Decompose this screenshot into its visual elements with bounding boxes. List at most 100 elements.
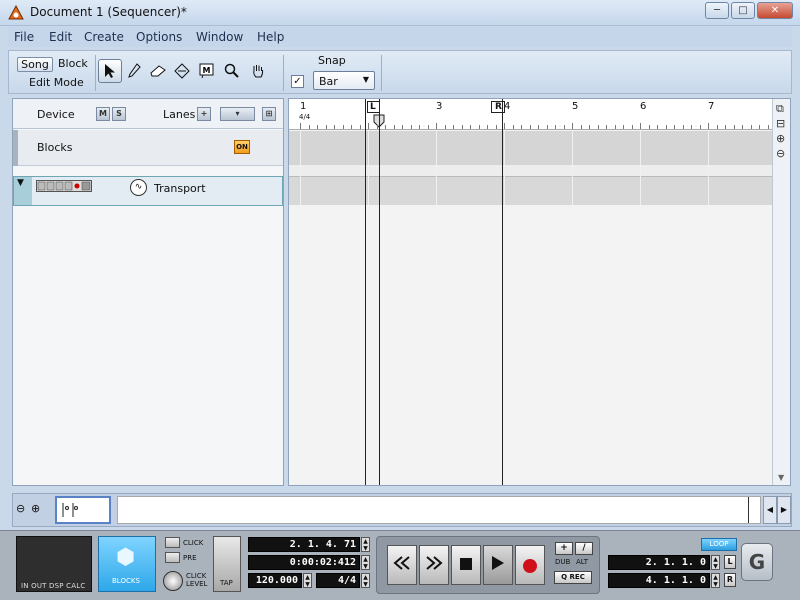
scroll-left-button[interactable]: ◀ — [763, 496, 777, 524]
device-column-label: Device — [37, 108, 75, 121]
reason-app-icon — [8, 5, 24, 20]
pencil-tool-button[interactable] — [122, 59, 146, 83]
scroll-right-button[interactable]: ▶ — [777, 496, 791, 524]
transport-lane[interactable] — [289, 177, 774, 205]
ruler-tick — [461, 125, 463, 129]
magnify-icon — [224, 63, 239, 78]
menu-help[interactable]: Help — [257, 30, 284, 44]
loop-toggle-button[interactable]: LOOP — [701, 538, 737, 551]
right-locator-spinner[interactable]: ▲ ▼ — [711, 573, 720, 588]
ruler-tick — [614, 125, 616, 129]
signature-spinner[interactable]: ▲ ▼ — [361, 573, 370, 588]
block-mode-button[interactable]: Block — [58, 57, 88, 70]
time-spinner[interactable]: ▲ ▼ — [361, 555, 370, 570]
ruler-tick — [665, 125, 667, 129]
solo-all-button[interactable]: S — [112, 107, 126, 121]
overview-zoom-in-icon[interactable]: ⊕ — [31, 502, 40, 515]
go-to-right-locator-button[interactable]: R — [724, 573, 736, 587]
position-spinner[interactable]: ▲ ▼ — [361, 537, 370, 552]
ruler-tick — [521, 125, 522, 129]
overview-timeline[interactable] — [117, 496, 761, 524]
add-lane-icon[interactable]: + — [197, 107, 211, 121]
ruler-tick — [750, 125, 752, 129]
mute-tool-button[interactable]: M — [195, 59, 219, 83]
stop-button[interactable] — [451, 545, 481, 585]
fast-forward-button[interactable] — [419, 545, 449, 585]
song-position-display[interactable]: 2. 1. 4. 71 — [248, 537, 360, 552]
blocks-on-toggle[interactable]: ON — [234, 140, 250, 154]
blocks-lane[interactable] — [289, 131, 774, 165]
ruler-tick — [359, 125, 361, 129]
snap-value-select[interactable]: Bar ▼ — [313, 71, 375, 90]
minimize-button[interactable]: ─ — [705, 2, 729, 19]
zoom-in-icon[interactable]: ⊕ — [776, 132, 785, 145]
ruler-tick — [716, 125, 718, 129]
record-icon — [523, 558, 537, 573]
alt-button[interactable]: / — [575, 542, 593, 555]
record-button[interactable] — [515, 545, 545, 585]
ruler-tick — [555, 125, 556, 129]
click-toggle[interactable] — [165, 537, 180, 548]
tempo-display[interactable]: 120.000 — [248, 573, 302, 588]
tempo-spinner[interactable]: ▲ ▼ — [303, 573, 312, 588]
bar-ruler[interactable]: 1 4/4 3 4 5 6 7 L R — [289, 99, 774, 130]
bar-number: 3 — [436, 101, 443, 112]
arrange-view[interactable]: 1 4/4 3 4 5 6 7 L R ⧉ ⊟ ⊕ ⊖ ▼ — [288, 98, 791, 486]
play-button[interactable] — [483, 545, 513, 585]
scroll-down-arrow[interactable]: ▼ — [778, 473, 784, 482]
ruler-tick — [657, 125, 658, 129]
hand-tool-button[interactable] — [246, 59, 270, 83]
menu-file[interactable]: File — [14, 30, 34, 44]
dub-button[interactable]: + — [555, 542, 573, 555]
detach-icon[interactable]: ⧉ — [776, 102, 784, 116]
bar-gridline — [708, 131, 709, 205]
track-drag-handle[interactable] — [13, 130, 18, 166]
ruler-tick — [317, 125, 318, 129]
song-overview[interactable]: ⊖ ⊕ ◀ ▶ — [12, 493, 792, 527]
rewind-button[interactable] — [387, 545, 417, 585]
lane-type-select[interactable]: ▾ — [220, 107, 255, 121]
ruler-tick — [589, 125, 590, 129]
blocks-cube-icon: ⬢ — [116, 545, 136, 570]
right-locator-display[interactable]: 4. 1. 1. 0 — [608, 573, 710, 588]
click-level-knob[interactable] — [163, 571, 183, 591]
left-locator-display[interactable]: 2. 1. 1. 0 — [608, 555, 710, 570]
snap-checkbox[interactable]: ✓ — [291, 75, 304, 88]
left-locator-spinner[interactable]: ▲ ▼ — [711, 555, 720, 570]
menu-create[interactable]: Create — [84, 30, 124, 44]
blocks-track[interactable]: Blocks ON — [13, 130, 283, 166]
signature-display[interactable]: 4/4 — [316, 573, 360, 588]
zoom-out-icon[interactable]: ⊖ — [776, 147, 785, 160]
overview-view-window[interactable] — [55, 496, 111, 524]
overview-zoom-out-icon[interactable]: ⊖ — [16, 502, 25, 515]
song-mode-button[interactable]: Song — [17, 57, 53, 72]
maximize-button[interactable]: □ — [731, 2, 755, 19]
precount-toggle[interactable] — [165, 552, 180, 563]
mute-all-button[interactable]: M — [96, 107, 110, 121]
click-label: CLICK — [183, 539, 204, 547]
magnify-tool-button[interactable] — [220, 59, 244, 83]
razor-tool-button[interactable] — [170, 59, 194, 83]
window-title: Document 1 (Sequencer)* — [30, 5, 187, 19]
menu-options[interactable]: Options — [136, 30, 182, 44]
menu-edit[interactable]: Edit — [49, 30, 72, 44]
arrow-tool-button[interactable] — [98, 59, 122, 83]
close-button[interactable]: ✕ — [757, 2, 793, 19]
left-locator-marker[interactable]: L — [367, 101, 380, 113]
blocks-toggle-button[interactable]: ⬢ BLOCKS — [98, 536, 156, 592]
eraser-tool-button[interactable] — [146, 59, 170, 83]
expand-triangle-icon[interactable]: ▼ — [17, 178, 24, 188]
lane-view-icon[interactable]: ⊟ — [776, 117, 785, 130]
menu-window[interactable]: Window — [196, 30, 243, 44]
transport-track[interactable]: ▼ ∿ Transport — [13, 176, 283, 206]
song-time-display[interactable]: 0:00:02:412 — [248, 555, 360, 570]
new-track-icon[interactable]: ⊞ — [262, 107, 276, 121]
app-logo-icon: G — [741, 543, 773, 581]
quantize-record-button[interactable]: Q REC — [554, 571, 592, 584]
hand-icon — [253, 65, 264, 78]
bar-number: 7 — [708, 101, 715, 112]
go-to-left-locator-button[interactable]: L — [724, 555, 736, 569]
ruler-tick — [410, 125, 412, 129]
bar-gridline — [368, 131, 369, 205]
tap-tempo-button[interactable]: TAP — [213, 536, 241, 592]
